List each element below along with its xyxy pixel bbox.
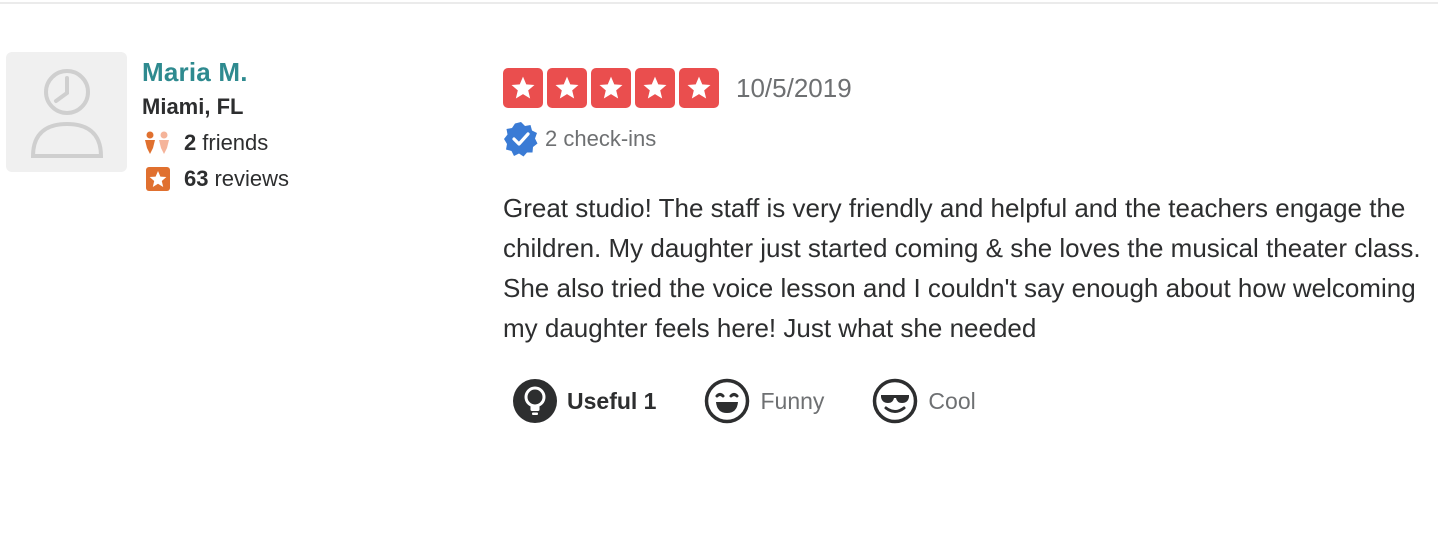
divider — [0, 2, 1438, 4]
useful-label: Useful 1 — [567, 387, 657, 414]
user-name[interactable]: Maria M. — [142, 56, 289, 88]
sunglasses-face-icon — [873, 378, 918, 424]
reviews-stat: 63 reviews — [142, 164, 289, 194]
star-icon — [547, 68, 587, 108]
reaction-bar: Useful 1 Funny Cool — [513, 378, 1423, 424]
friends-count: 2 — [184, 130, 197, 155]
star-icon — [679, 68, 719, 108]
verified-badge-icon — [504, 122, 538, 157]
cool-label: Cool — [928, 387, 976, 414]
useful-button[interactable]: Useful 1 — [513, 379, 656, 423]
friends-icon — [142, 131, 172, 155]
rating-row: 10/5/2019 — [503, 68, 1423, 108]
review: 10/5/2019 2 check-ins Great studio! The … — [503, 68, 1423, 424]
friends-stat: 2 friends — [142, 128, 289, 158]
user-silhouette-icon — [30, 69, 103, 158]
lightbulb-icon — [513, 379, 557, 423]
checkins-label: 2 check-ins — [545, 126, 657, 151]
review-date: 10/5/2019 — [736, 72, 852, 103]
checkins: 2 check-ins — [503, 122, 1423, 157]
funny-button[interactable]: Funny — [704, 378, 824, 424]
star-icon — [503, 68, 543, 108]
review-star-icon — [142, 167, 172, 191]
funny-label: Funny — [760, 387, 825, 414]
star-icon — [591, 68, 631, 108]
reviews-label: reviews — [214, 166, 290, 191]
reviews-count: 63 — [184, 166, 209, 191]
cool-button[interactable]: Cool — [872, 378, 976, 424]
user-info: Maria M. Miami, FL 2 friends 63 reviews — [142, 56, 289, 194]
user-location: Miami, FL — [142, 94, 244, 119]
laughing-face-icon — [705, 378, 750, 424]
review-text: Great studio! The staff is very friendly… — [503, 193, 1421, 343]
avatar[interactable] — [6, 52, 127, 172]
friends-label: friends — [202, 130, 269, 155]
star-rating — [503, 68, 719, 108]
star-icon — [635, 68, 675, 108]
